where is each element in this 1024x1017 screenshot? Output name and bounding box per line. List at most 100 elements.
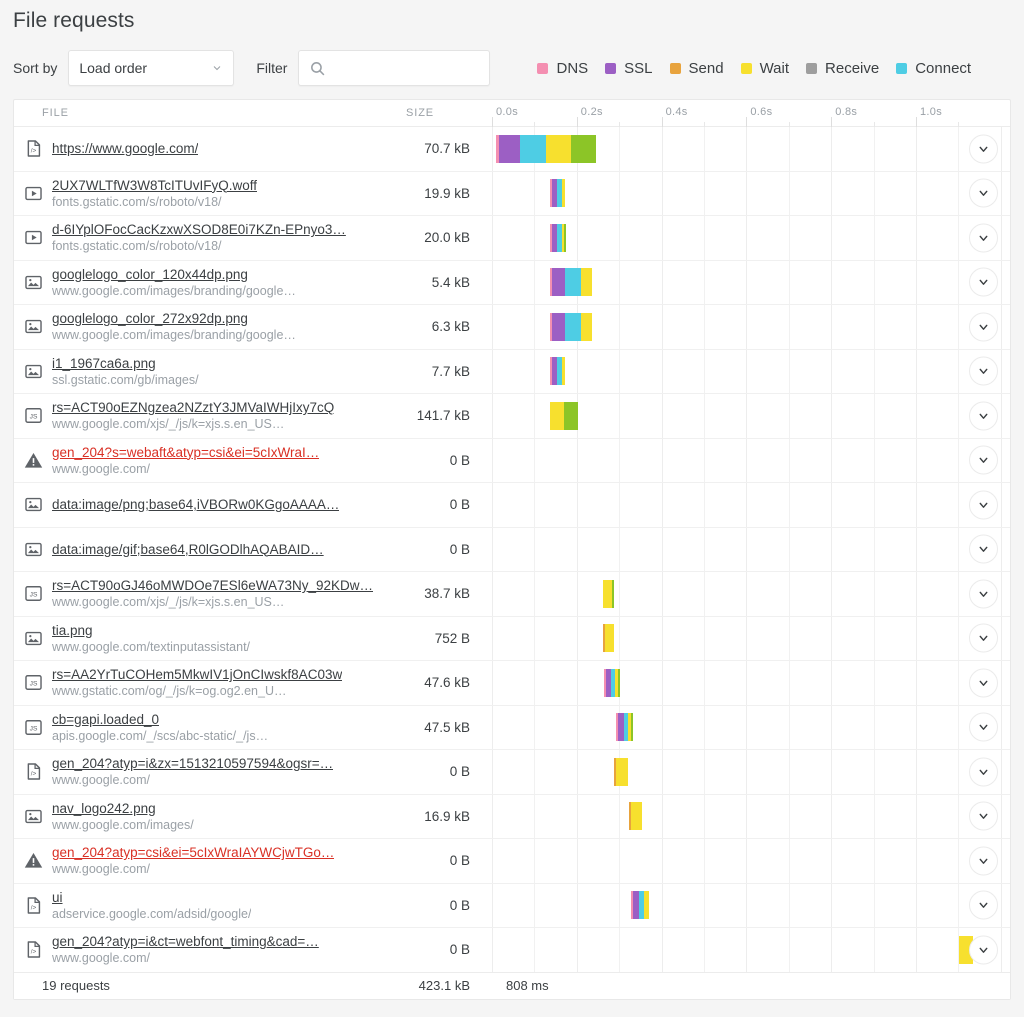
expand-row-button[interactable]	[969, 846, 998, 875]
legend-item-connect[interactable]: Connect	[896, 60, 971, 77]
waterfall-bar[interactable]	[496, 135, 596, 163]
timeline-tick-label: 0.6s	[750, 106, 772, 118]
waterfall-bar[interactable]	[550, 268, 592, 296]
legend-item-ssl[interactable]: SSL	[605, 60, 652, 77]
waterfall-bar[interactable]	[604, 669, 620, 697]
waterfall-bar[interactable]	[550, 179, 565, 207]
table-row[interactable]: d-6IYplOFocCacKzxwXSOD8E0i7KZn-EPnyo3…fo…	[14, 216, 1010, 261]
table-row[interactable]: />https://www.google.com/70.7 kB	[14, 127, 1010, 172]
chevron-down-icon	[977, 632, 990, 645]
waterfall-bar[interactable]	[550, 402, 578, 430]
table-row[interactable]: JScb=gapi.loaded_0apis.google.com/_/scs/…	[14, 706, 1010, 751]
waterfall-bar[interactable]	[550, 313, 592, 341]
filter-search-box[interactable]	[298, 50, 490, 86]
table-row[interactable]: tia.pngwww.google.com/textinputassistant…	[14, 617, 1010, 662]
expand-row-button[interactable]	[969, 891, 998, 920]
chevron-down-icon	[977, 543, 990, 556]
expand-row-button[interactable]	[969, 713, 998, 742]
table-row[interactable]: />gen_204?atyp=i&ct=webfont_timing&cad=……	[14, 928, 1010, 973]
table-row[interactable]: JSrs=ACT90oGJ46oMWDOe7ESl6eWA73Ny_92KDw……	[14, 572, 1010, 617]
file-name-link[interactable]: rs=AA2YrTuCOHem5MkwIV1jOnCIwskf8AC03w	[52, 666, 342, 683]
waterfall-bar[interactable]	[603, 624, 614, 652]
file-name-link[interactable]: tia.png	[52, 622, 250, 639]
expand-row-button[interactable]	[969, 357, 998, 386]
file-name-link[interactable]: rs=ACT90oEZNgzea2NZztY3JMVaIWHjIxy7cQ	[52, 399, 334, 416]
sort-by-select[interactable]: Load order	[68, 50, 234, 86]
table-row[interactable]: nav_logo242.pngwww.google.com/images/16.…	[14, 795, 1010, 840]
waterfall-bar[interactable]	[631, 891, 649, 919]
js-icon: JS	[24, 673, 43, 692]
table-row[interactable]: googlelogo_color_120x44dp.pngwww.google.…	[14, 261, 1010, 306]
expand-row-button[interactable]	[969, 935, 998, 964]
legend-swatch-icon	[806, 63, 817, 74]
file-name-link[interactable]: data:image/png;base64,iVBORw0KGgoAAAA…	[52, 496, 339, 513]
expand-row-button[interactable]	[969, 446, 998, 475]
expand-row-button[interactable]	[969, 223, 998, 252]
waterfall-segment-ssl	[552, 313, 565, 341]
file-name-link[interactable]: 2UX7WLTfW3W8TcITUvIFyQ.woff	[52, 177, 257, 194]
table-row[interactable]: data:image/gif;base64,R0lGODlhAQABAID…0 …	[14, 528, 1010, 573]
table-row[interactable]: gen_204?atyp=csi&ei=5cIxWraIAYWCjwTGo…ww…	[14, 839, 1010, 884]
table-row[interactable]: i1_1967ca6a.pngssl.gstatic.com/gb/images…	[14, 350, 1010, 395]
expand-row-button[interactable]	[969, 802, 998, 831]
waterfall-cell	[488, 127, 1010, 171]
sort-by-value: Load order	[79, 60, 147, 76]
size-cell: 6.3 kB	[406, 305, 488, 349]
file-name-link[interactable]: ui	[52, 889, 251, 906]
file-name-link[interactable]: gen_204?atyp=i&zx=1513210597594&ogsr=…	[52, 755, 333, 772]
waterfall-bar[interactable]	[550, 224, 566, 252]
table-row[interactable]: googlelogo_color_272x92dp.pngwww.google.…	[14, 305, 1010, 350]
expand-row-button[interactable]	[969, 668, 998, 697]
legend-item-wait[interactable]: Wait	[741, 60, 789, 77]
filter-label: Filter	[256, 60, 287, 76]
expand-row-button[interactable]	[969, 757, 998, 786]
timeline-tick-label: 0.2s	[581, 106, 603, 118]
legend-swatch-icon	[896, 63, 907, 74]
expand-row-button[interactable]	[969, 535, 998, 564]
legend-item-dns[interactable]: DNS	[537, 60, 588, 77]
file-name-link[interactable]: https://www.google.com/	[52, 140, 198, 157]
waterfall-bar[interactable]	[629, 802, 642, 830]
file-name-link[interactable]: data:image/gif;base64,R0lGODlhAQABAID…	[52, 541, 324, 558]
table-row[interactable]: gen_204?s=webaft&atyp=csi&ei=5cIxWraI…ww…	[14, 439, 1010, 484]
expand-row-button[interactable]	[969, 312, 998, 341]
legend-item-receive[interactable]: Receive	[806, 60, 879, 77]
legend-label: Send	[689, 60, 724, 77]
file-name-link[interactable]: gen_204?atyp=csi&ei=5cIxWraIAYWCjwTGo…	[52, 844, 334, 861]
file-name-link[interactable]: nav_logo242.png	[52, 800, 194, 817]
file-name-link[interactable]: gen_204?atyp=i&ct=webfont_timing&cad=…	[52, 933, 319, 950]
file-name-link[interactable]: i1_1967ca6a.png	[52, 355, 199, 372]
waterfall-cell	[488, 706, 1010, 750]
table-row[interactable]: data:image/png;base64,iVBORw0KGgoAAAA…0 …	[14, 483, 1010, 528]
file-names: tia.pngwww.google.com/textinputassistant…	[52, 622, 250, 655]
expand-row-button[interactable]	[969, 134, 998, 163]
expand-row-button[interactable]	[969, 579, 998, 608]
table-row[interactable]: />uiadservice.google.com/adsid/google/0 …	[14, 884, 1010, 929]
file-name-link[interactable]: rs=ACT90oGJ46oMWDOe7ESl6eWA73Ny_92KDw…	[52, 577, 373, 594]
waterfall-cell	[488, 528, 1010, 572]
file-cell: gen_204?s=webaft&atyp=csi&ei=5cIxWraI…ww…	[14, 439, 406, 483]
search-input[interactable]	[299, 51, 489, 85]
waterfall-bar[interactable]	[616, 713, 633, 741]
legend-swatch-icon	[605, 63, 616, 74]
expand-row-button[interactable]	[969, 179, 998, 208]
table-row[interactable]: />gen_204?atyp=i&zx=1513210597594&ogsr=……	[14, 750, 1010, 795]
expand-row-button[interactable]	[969, 268, 998, 297]
file-name-link[interactable]: gen_204?s=webaft&atyp=csi&ei=5cIxWraI…	[52, 444, 319, 461]
expand-row-button[interactable]	[969, 490, 998, 519]
file-cell: JSrs=ACT90oEZNgzea2NZztY3JMVaIWHjIxy7cQw…	[14, 394, 406, 438]
waterfall-bar[interactable]	[603, 580, 614, 608]
file-name-link[interactable]: googlelogo_color_120x44dp.png	[52, 266, 296, 283]
file-name-link[interactable]: d-6IYplOFocCacKzxwXSOD8E0i7KZn-EPnyo3…	[52, 221, 346, 238]
legend-item-send[interactable]: Send	[670, 60, 724, 77]
table-row[interactable]: 2UX7WLTfW3W8TcITUvIFyQ.wofffonts.gstatic…	[14, 172, 1010, 217]
table-row[interactable]: JSrs=AA2YrTuCOHem5MkwIV1jOnCIwskf8AC03ww…	[14, 661, 1010, 706]
waterfall-bar[interactable]	[550, 357, 565, 385]
table-row[interactable]: JSrs=ACT90oEZNgzea2NZztY3JMVaIWHjIxy7cQw…	[14, 394, 1010, 439]
total-requests: 19 requests	[14, 978, 406, 993]
expand-row-button[interactable]	[969, 401, 998, 430]
file-name-link[interactable]: cb=gapi.loaded_0	[52, 711, 268, 728]
file-name-link[interactable]: googlelogo_color_272x92dp.png	[52, 310, 296, 327]
expand-row-button[interactable]	[969, 624, 998, 653]
waterfall-bar[interactable]	[614, 758, 628, 786]
